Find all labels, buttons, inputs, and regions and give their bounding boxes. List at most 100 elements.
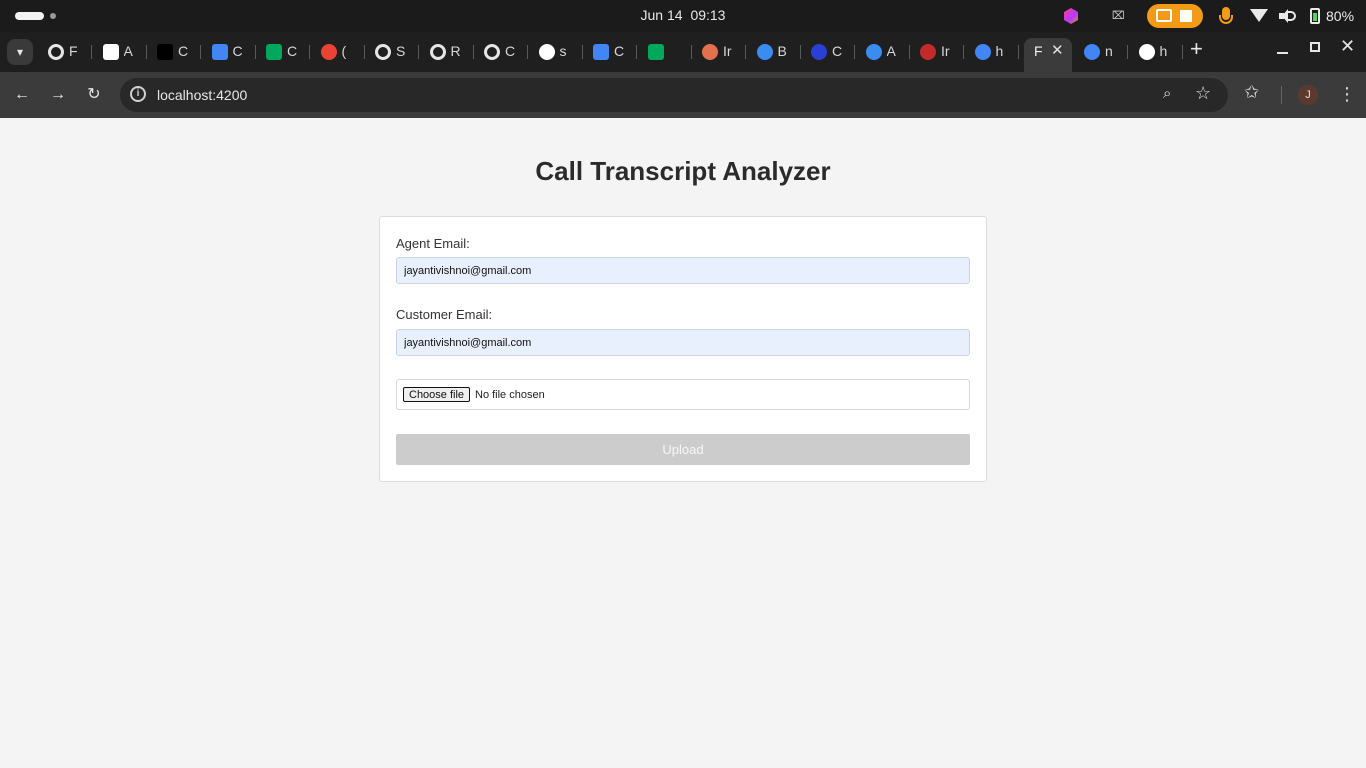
- tab-title: A: [123, 43, 133, 59]
- tab-15[interactable]: A: [856, 38, 910, 66]
- tab-16[interactable]: Ir: [910, 38, 964, 66]
- google-icon: [974, 44, 991, 60]
- os-time: 09:13: [690, 7, 726, 23]
- agent-email-input[interactable]: [396, 257, 970, 284]
- gmail-icon: [320, 44, 337, 60]
- browser-toolbar: ← → ↻ i localhost:4200 ⌕ ☆ ✩ J ⋮: [0, 72, 1366, 118]
- back-button[interactable]: ←: [11, 84, 33, 106]
- tab-search-button[interactable]: ▾: [7, 39, 33, 65]
- tab-7[interactable]: R: [420, 38, 474, 66]
- tab-title: n: [1105, 43, 1113, 59]
- gear-blue-icon: [756, 44, 773, 60]
- screen-share-icon: [1156, 9, 1172, 22]
- tab-active[interactable]: F ✕: [1024, 38, 1072, 72]
- stop-share-icon[interactable]: [1180, 10, 1192, 22]
- tab-title: C: [832, 43, 843, 59]
- site-info-icon[interactable]: i: [130, 86, 146, 102]
- upload-button[interactable]: Upload: [396, 434, 970, 465]
- tab-4[interactable]: C: [256, 38, 310, 66]
- tab-10[interactable]: C: [583, 38, 637, 66]
- tab-9[interactable]: s: [529, 38, 583, 66]
- toolbar-divider: [1281, 86, 1282, 104]
- screen-share-indicator[interactable]: [1147, 4, 1203, 28]
- tab-title: s: [559, 43, 567, 59]
- pause-app-icon: [102, 44, 119, 60]
- customer-email-input[interactable]: [396, 329, 970, 356]
- tab-13[interactable]: B: [747, 38, 801, 66]
- tab-separator: [1017, 45, 1019, 59]
- zoom-icon[interactable]: ⌕: [1163, 85, 1171, 102]
- tab-title: R: [450, 43, 461, 59]
- volume-icon[interactable]: [1279, 9, 1296, 23]
- tab-title: (: [341, 43, 347, 59]
- customer-email-label: Customer Email:: [396, 307, 493, 322]
- tab-2[interactable]: C: [147, 38, 201, 66]
- tab-after-1[interactable]: h: [1129, 38, 1183, 66]
- os-date: Jun 14: [640, 7, 683, 23]
- profile-avatar[interactable]: J: [1298, 85, 1318, 105]
- tab-14[interactable]: C: [801, 38, 855, 66]
- tab-title: F: [1034, 43, 1043, 59]
- reload-button[interactable]: ↻: [83, 84, 105, 106]
- tab-title: B: [777, 43, 787, 59]
- minimize-button[interactable]: [1277, 52, 1288, 54]
- tab-title: C: [232, 43, 243, 59]
- ring-icon: [484, 44, 500, 60]
- tab-6[interactable]: S: [365, 38, 419, 66]
- tab-title: h: [1159, 43, 1168, 59]
- github-icon: [538, 44, 555, 60]
- new-tab-button[interactable]: +: [1190, 36, 1203, 62]
- tab-title: S: [396, 43, 406, 59]
- ring-icon: [429, 44, 446, 60]
- gear-darkblue-icon: [811, 44, 827, 60]
- tab-12[interactable]: Ir: [692, 38, 746, 66]
- forward-button[interactable]: →: [47, 84, 69, 106]
- file-input[interactable]: Choose file No file chosen: [396, 379, 970, 410]
- file-status-text: No file chosen: [475, 389, 545, 401]
- tab-1[interactable]: A: [93, 38, 147, 66]
- battery-level: [1313, 13, 1317, 21]
- upload-form: Agent Email: Customer Email: Choose file…: [379, 216, 987, 482]
- battery-percentage[interactable]: 80%: [1326, 8, 1354, 24]
- tab-3[interactable]: C: [202, 38, 256, 66]
- ring-icon: [375, 44, 391, 60]
- tab-5[interactable]: (: [311, 38, 365, 66]
- choose-file-button[interactable]: Choose file: [403, 387, 471, 402]
- tab-0[interactable]: F: [38, 38, 92, 66]
- wifi-icon[interactable]: [1250, 9, 1268, 22]
- tab-title: h: [995, 43, 1004, 59]
- address-bar[interactable]: i localhost:4200 ⌕ ☆: [120, 78, 1228, 112]
- browser-menu-icon[interactable]: ⋮: [1338, 83, 1356, 105]
- page-content: Call Transcript Analyzer Agent Email: Cu…: [0, 118, 1366, 768]
- meet-icon: [266, 44, 282, 60]
- tab-close-icon[interactable]: ✕: [1051, 41, 1064, 59]
- tab-title: C: [505, 43, 516, 59]
- tab-8[interactable]: C: [474, 38, 528, 66]
- calendar-icon: [211, 44, 228, 60]
- gear-blue-icon: [865, 44, 882, 60]
- tab-title: C: [178, 43, 189, 59]
- tab-title: C: [287, 43, 298, 59]
- tab-title: F: [69, 43, 78, 59]
- page-title: Call Transcript Analyzer: [535, 156, 831, 186]
- tab-title: A: [886, 43, 896, 59]
- m-logo-icon: [157, 44, 173, 60]
- tab-strip: ▾ F A C C C (S R Cs C Ir B C A Ir h F ✕ n h + ✕: [0, 32, 1366, 72]
- sunburst-icon: [702, 44, 718, 60]
- tray-x-icon[interactable]: ⌧: [1112, 8, 1125, 24]
- close-window-button[interactable]: ✕: [1340, 36, 1355, 57]
- os-top-bar: Jun 14 09:13 ⌧ 80%: [0, 0, 1366, 32]
- tab-11[interactable]: [638, 38, 692, 66]
- url-text[interactable]: localhost:4200: [157, 87, 247, 103]
- tab-17[interactable]: h: [965, 38, 1019, 66]
- meet-record-icon: [647, 44, 664, 60]
- tab-after-0[interactable]: n: [1074, 38, 1128, 66]
- github-icon: [1138, 44, 1155, 60]
- extensions-star-icon[interactable]: ✩: [1244, 82, 1259, 103]
- bookmark-star-icon[interactable]: ☆: [1195, 83, 1211, 104]
- tab-title: Ir: [941, 43, 950, 59]
- gauge-icon: [920, 44, 936, 60]
- battery-icon[interactable]: [1306, 8, 1324, 24]
- maximize-button[interactable]: [1310, 42, 1320, 52]
- tab-separator: [1181, 45, 1183, 59]
